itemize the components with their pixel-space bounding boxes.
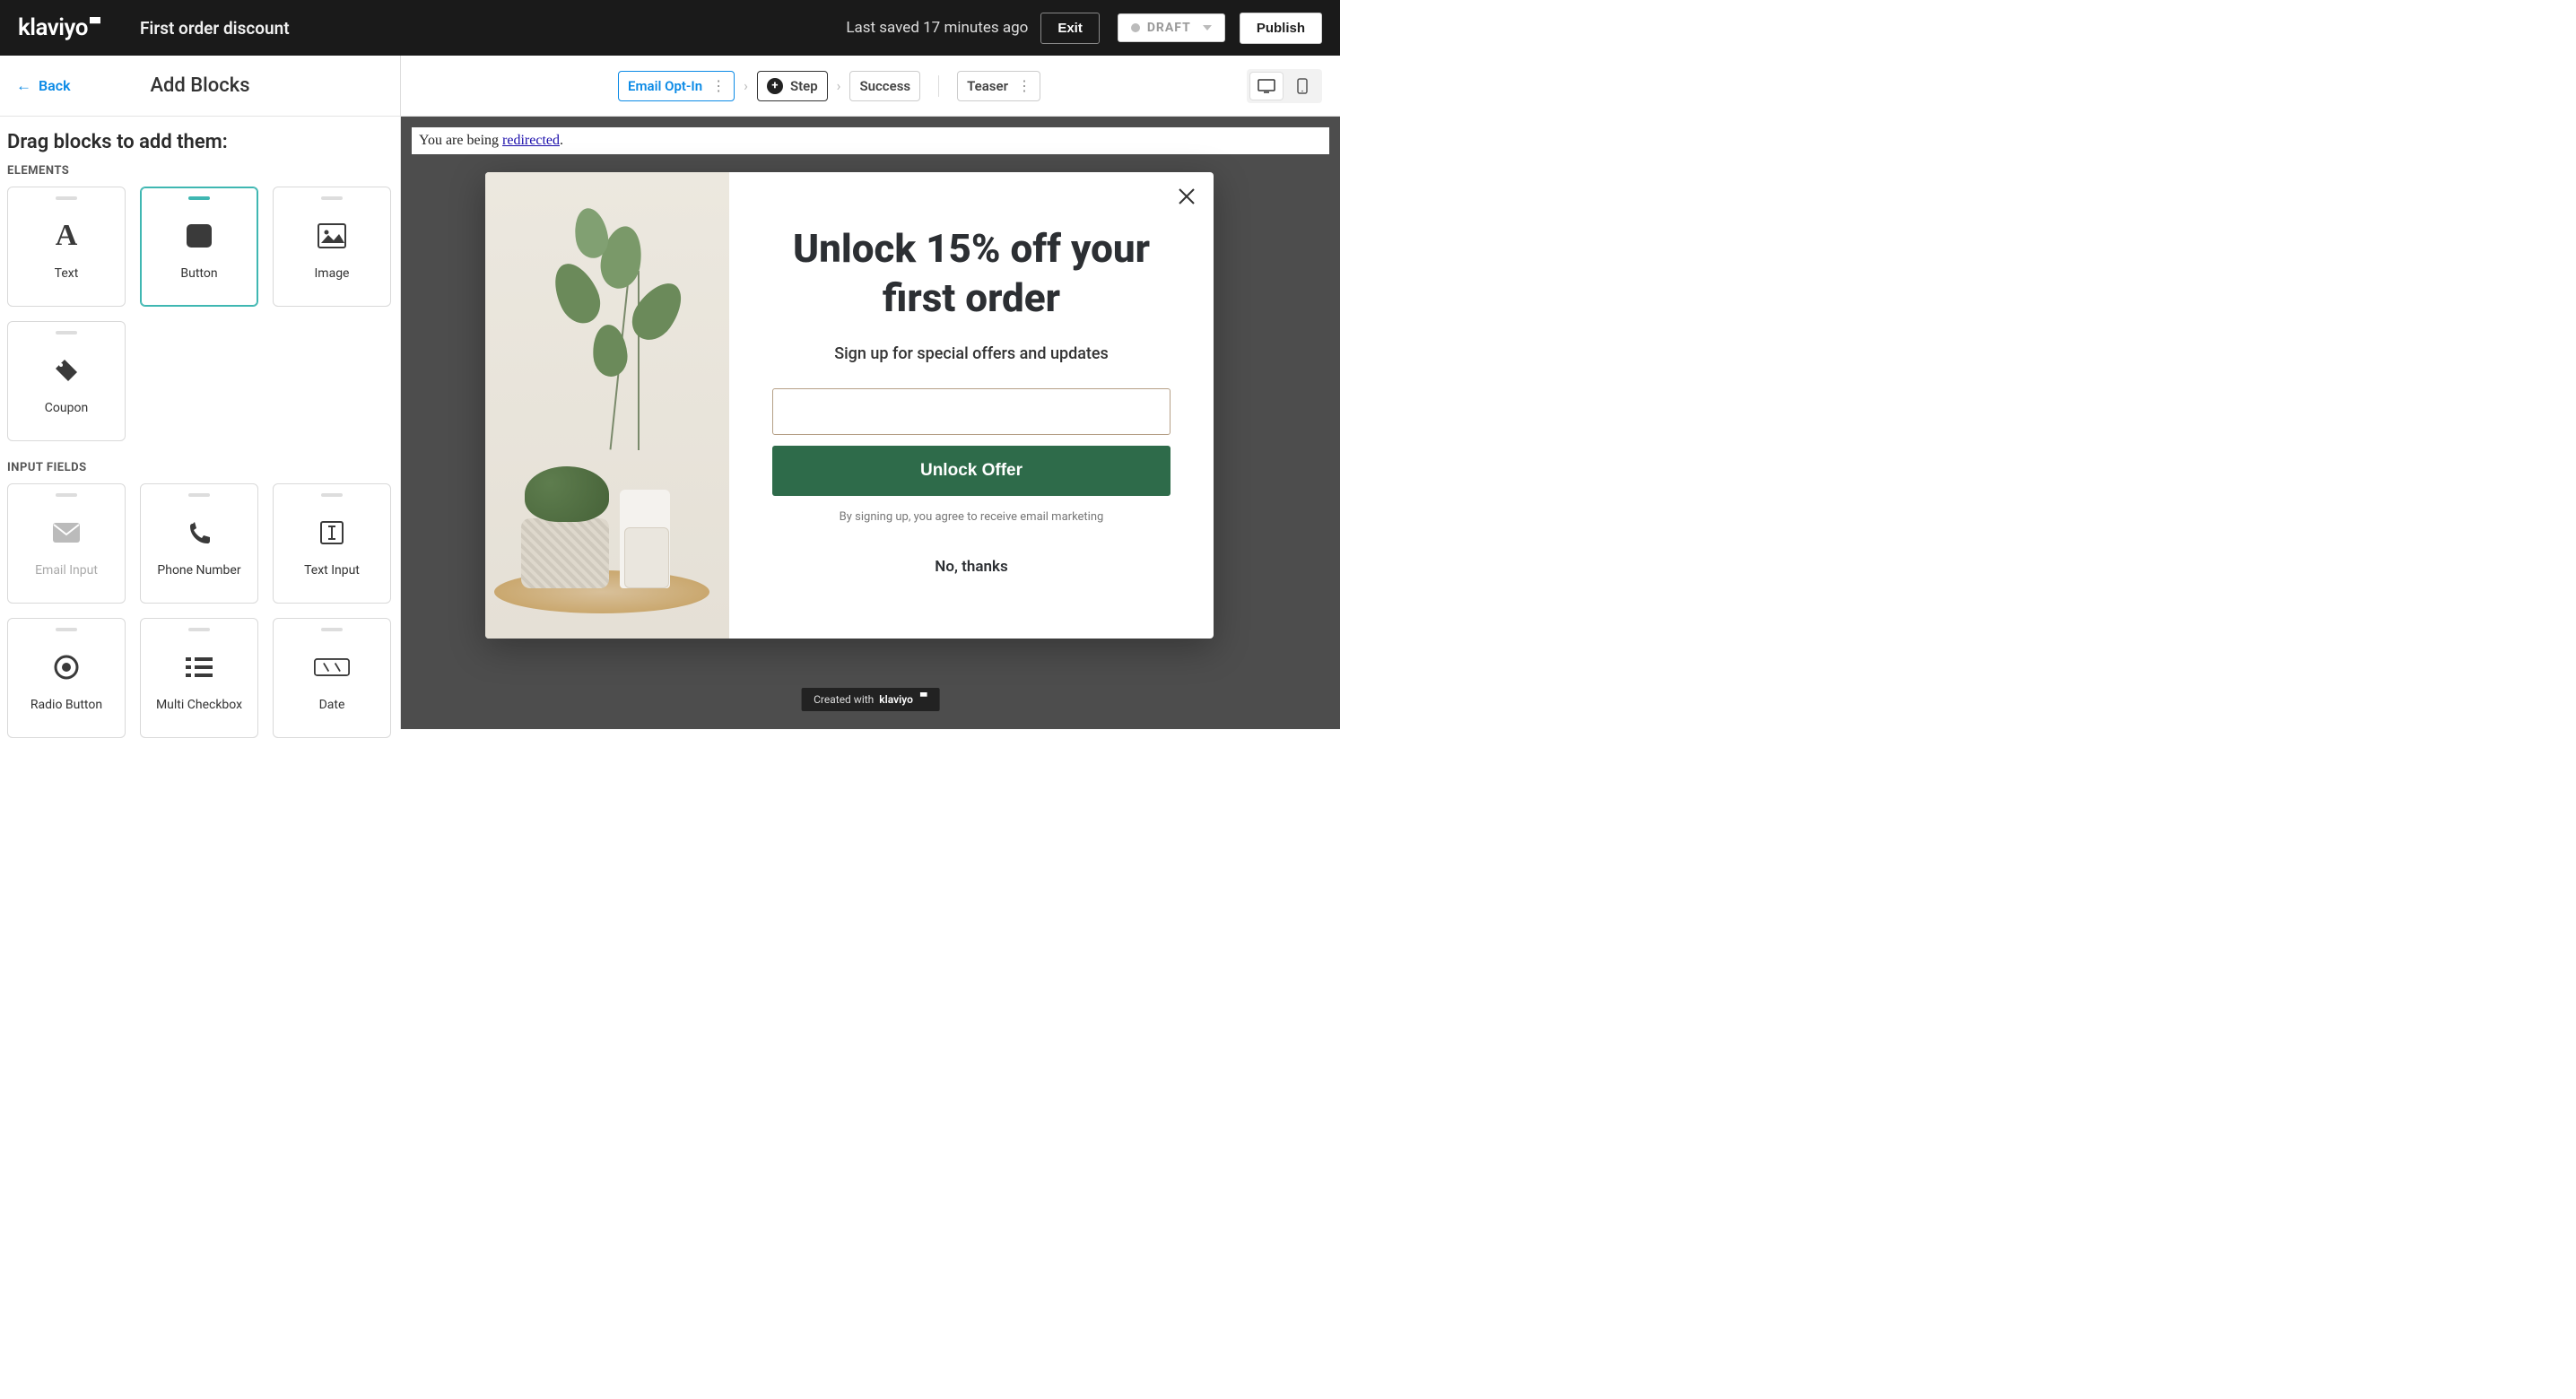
tag-icon (48, 352, 84, 388)
popup-legal-text[interactable]: By signing up, you agree to receive emai… (772, 510, 1171, 524)
block-coupon[interactable]: Coupon (7, 321, 126, 441)
chevron-right-icon: › (837, 77, 841, 94)
step-teaser[interactable]: Teaser ⋮ (957, 71, 1040, 101)
logo: klaviyo (18, 14, 100, 41)
popup-subhead[interactable]: Sign up for special offers and updates (772, 344, 1171, 363)
redirect-suffix: . (560, 133, 563, 148)
block-label: Radio Button (30, 698, 102, 712)
canvas[interactable]: You are being redirected. Unlock 15% (401, 117, 1340, 729)
block-label: Email Input (35, 563, 98, 578)
block-multi-checkbox[interactable]: Multi Checkbox (140, 618, 258, 738)
publish-button[interactable]: Publish (1240, 13, 1322, 44)
block-label: Text (55, 266, 79, 281)
drag-handle-icon (188, 196, 210, 200)
document-title: First order discount (140, 18, 290, 39)
plus-circle-icon: + (767, 78, 783, 94)
divider (938, 75, 939, 97)
step-label: Teaser (967, 78, 1008, 94)
block-date[interactable]: Date (273, 618, 391, 738)
exit-button[interactable]: Exit (1040, 13, 1100, 44)
redirect-link[interactable]: redirected (502, 133, 560, 148)
drag-handle-icon (321, 493, 343, 497)
drag-handle-icon (56, 493, 77, 497)
checklist-icon (181, 649, 217, 685)
logo-text: klaviyo (18, 14, 88, 41)
redirect-notice: You are being redirected. (412, 127, 1329, 154)
popup-cta-button[interactable]: Unlock Offer (772, 446, 1171, 496)
block-label: Image (315, 266, 350, 281)
date-field-icon (314, 649, 350, 685)
block-label: Phone Number (157, 563, 240, 578)
block-text[interactable]: A Text (7, 187, 126, 307)
status-label: DRAFT (1147, 21, 1196, 35)
status-dropdown[interactable]: DRAFT (1118, 13, 1225, 42)
step-label: Success (859, 78, 910, 94)
popup-image[interactable] (485, 172, 729, 639)
drag-handle-icon (56, 196, 77, 200)
image-icon (314, 218, 350, 254)
step-label: Email Opt-In (628, 78, 702, 94)
drag-handle-icon (188, 493, 210, 497)
top-bar: klaviyo First order discount Last saved … (0, 0, 1340, 56)
step-add-step[interactable]: + Step (757, 71, 828, 101)
logo-flag-icon (920, 692, 927, 700)
popup-body: Unlock 15% off your first order Sign up … (729, 172, 1214, 639)
block-label: Multi Checkbox (156, 698, 242, 712)
popup-headline[interactable]: Unlock 15% off your first order (772, 224, 1171, 323)
drag-heading: Drag blocks to add them: (7, 131, 393, 153)
radio-icon (48, 649, 84, 685)
step-success[interactable]: Success (849, 71, 920, 101)
block-phone-number[interactable]: Phone Number (140, 483, 258, 604)
drag-handle-icon (321, 628, 343, 631)
sidebar: ← Back Add Blocks Drag blocks to add the… (0, 56, 401, 729)
block-text-input[interactable]: Text Input (273, 483, 391, 604)
popup-preview[interactable]: Unlock 15% off your first order Sign up … (485, 172, 1214, 639)
block-label: Button (180, 266, 217, 281)
block-image[interactable]: Image (273, 187, 391, 307)
credit-brand: klaviyo (879, 693, 913, 706)
popup-email-input[interactable] (772, 388, 1171, 435)
desktop-view-button[interactable] (1250, 73, 1283, 100)
drag-handle-icon (56, 331, 77, 335)
last-saved-text: Last saved 17 minutes ago (846, 19, 1028, 37)
phone-icon (181, 515, 217, 551)
drag-handle-icon (321, 196, 343, 200)
text-icon: A (48, 218, 84, 254)
block-email-input[interactable]: Email Input (7, 483, 126, 604)
status-dot-icon (1131, 23, 1140, 32)
credit-badge: Created with klaviyo (801, 688, 940, 711)
text-cursor-icon (314, 515, 350, 551)
block-label: Text Input (304, 563, 360, 578)
popup-dismiss-link[interactable]: No, thanks (772, 558, 1171, 576)
arrow-left-icon: ← (16, 77, 31, 95)
back-label: Back (39, 77, 71, 94)
kebab-icon[interactable]: ⋮ (1017, 77, 1031, 94)
step-email-optin[interactable]: Email Opt-In ⋮ (618, 71, 735, 101)
envelope-icon (48, 515, 84, 551)
block-button[interactable]: Button (140, 187, 258, 307)
kebab-icon[interactable]: ⋮ (711, 77, 725, 94)
block-radio-button[interactable]: Radio Button (7, 618, 126, 738)
back-button[interactable]: ← Back (16, 77, 71, 95)
block-label: Date (319, 698, 345, 712)
mobile-view-button[interactable] (1286, 73, 1318, 100)
button-icon (181, 218, 217, 254)
inputs-section-label: INPUT FIELDS (7, 461, 393, 474)
redirect-prefix: You are being (419, 133, 502, 148)
chevron-right-icon: › (744, 77, 748, 94)
step-label: Step (790, 78, 818, 94)
block-label: Coupon (45, 401, 88, 415)
drag-handle-icon (188, 628, 210, 631)
elements-section-label: ELEMENTS (7, 164, 393, 178)
stepper-bar: Email Opt-In ⋮ › + Step › Success Teaser… (401, 56, 1340, 117)
device-toggle (1247, 69, 1322, 103)
sidebar-header: ← Back Add Blocks (0, 56, 400, 117)
close-icon[interactable] (1176, 187, 1197, 208)
logo-flag-icon (90, 17, 100, 28)
drag-handle-icon (56, 628, 77, 631)
caret-down-icon (1203, 25, 1212, 30)
credit-prefix: Created with (814, 693, 874, 706)
